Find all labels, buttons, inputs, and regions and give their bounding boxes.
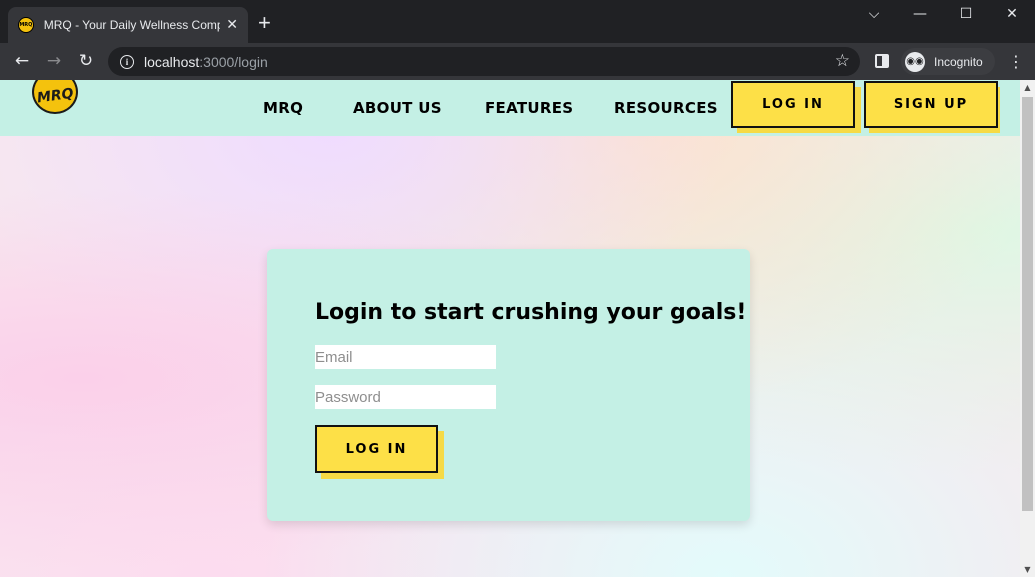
back-arrow-icon[interactable]: ← [11, 51, 33, 71]
url-host: localhost [144, 53, 200, 70]
login-title: Login to start crushing your goals! [315, 300, 747, 325]
vertical-scrollbar[interactable]: ▲ ▼ [1020, 80, 1035, 577]
forward-arrow-icon[interactable]: → [43, 51, 65, 71]
scroll-thumb[interactable] [1022, 97, 1033, 511]
close-tab-icon[interactable]: ✕ [226, 17, 238, 33]
reload-icon[interactable]: ↻ [75, 51, 97, 71]
tab-search-icon[interactable]: ⌵ [864, 6, 884, 22]
logo-text: MRQ [35, 85, 75, 107]
nav-mrq[interactable]: MRQ [263, 99, 303, 117]
incognito-label: Incognito [934, 54, 983, 69]
nav-resources[interactable]: RESOURCES [614, 99, 718, 117]
bookmark-star-icon[interactable]: ☆ [835, 51, 850, 71]
email-field[interactable] [315, 345, 496, 369]
browser-toolbar: ← → ↻ i localhost:3000/login ☆ ◉◉ Incogn… [0, 43, 1035, 80]
mrq-logo[interactable]: MRQ [32, 80, 78, 114]
scroll-down-arrow-icon[interactable]: ▼ [1023, 565, 1032, 574]
maximize-button[interactable]: ☐ [956, 6, 976, 22]
scroll-up-arrow-icon[interactable]: ▲ [1023, 83, 1032, 92]
new-tab-button[interactable]: + [258, 12, 271, 34]
kebab-menu-icon[interactable]: ⋮ [1008, 52, 1024, 71]
close-window-button[interactable]: ✕ [1002, 6, 1022, 22]
header-signup-button[interactable]: SIGN UP [864, 81, 998, 128]
nav-features[interactable]: FEATURES [485, 99, 573, 117]
mrq-favicon-icon: MRQ [18, 17, 34, 33]
nav-about-us[interactable]: ABOUT US [353, 99, 442, 117]
login-card: Login to start crushing your goals! LOG … [267, 249, 750, 521]
browser-tab[interactable]: MRQ MRQ - Your Daily Wellness Companion … [8, 7, 248, 43]
page-viewport: MRQ MRQ ABOUT US FEATURES RESOURCES LOG … [0, 80, 1035, 577]
password-field[interactable] [315, 385, 496, 409]
url-text[interactable]: localhost:3000/login [144, 54, 268, 70]
minimize-button[interactable]: — [910, 6, 930, 22]
login-submit-button[interactable]: LOG IN [315, 425, 438, 473]
header-login-button[interactable]: LOG IN [731, 81, 855, 128]
url-path: :3000/login [199, 53, 268, 70]
tab-strip: MRQ MRQ - Your Daily Wellness Companion … [0, 0, 1035, 43]
address-bar[interactable]: i localhost:3000/login ☆ [108, 47, 860, 76]
site-info-icon[interactable]: i [120, 54, 134, 69]
side-panel-icon[interactable] [875, 54, 889, 68]
incognito-indicator[interactable]: ◉◉ Incognito [901, 48, 995, 75]
site-header: MRQ MRQ ABOUT US FEATURES RESOURCES LOG … [0, 80, 1020, 136]
tab-title: MRQ - Your Daily Wellness Companion [43, 18, 221, 32]
incognito-icon: ◉◉ [905, 51, 925, 72]
